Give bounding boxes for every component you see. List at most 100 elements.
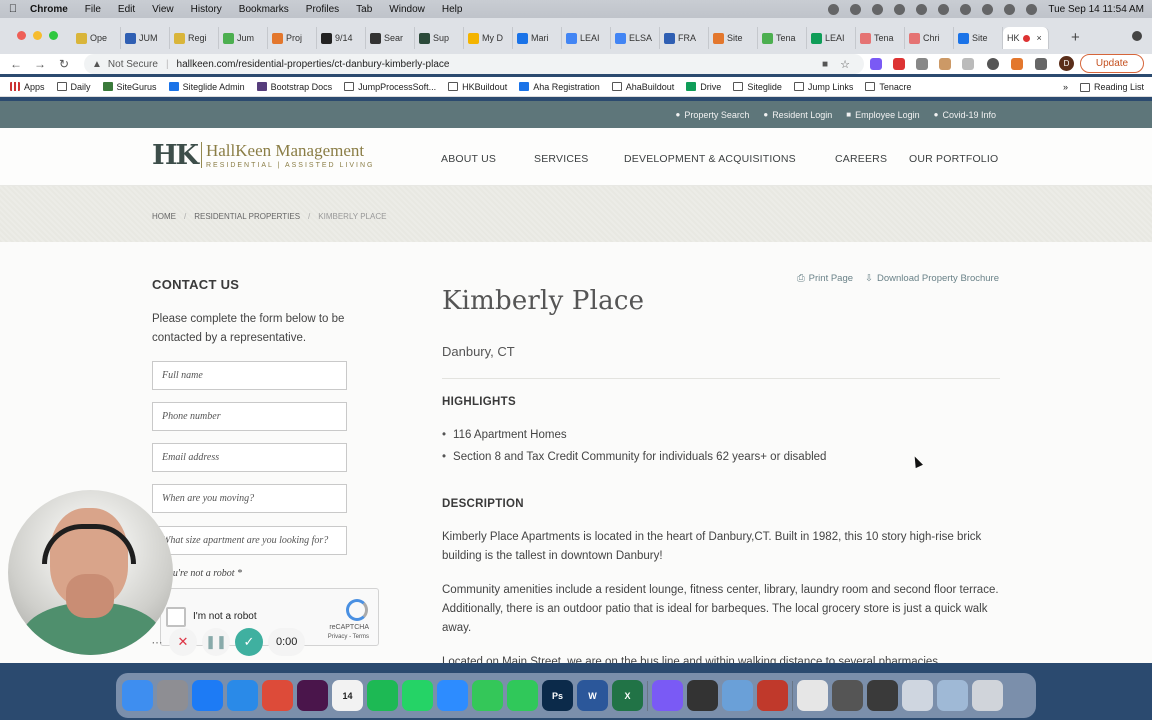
recaptcha-checkbox[interactable] xyxy=(166,607,186,627)
dock-launchpad-icon[interactable] xyxy=(157,680,188,711)
bookmark-item[interactable]: Siteglide xyxy=(733,82,782,92)
dock-photoshop-icon[interactable]: Ps xyxy=(542,680,573,711)
extension-icon-1[interactable] xyxy=(870,58,882,70)
menu-window[interactable]: Window xyxy=(389,4,425,15)
browser-tab[interactable]: LEAI xyxy=(807,27,856,49)
menu-app-name[interactable]: Chrome xyxy=(30,4,68,15)
bookmark-star-icon[interactable]: ☆ xyxy=(840,58,850,71)
puzzle-icon[interactable] xyxy=(1035,58,1047,70)
extension-icon-5[interactable] xyxy=(962,58,974,70)
battery-icon[interactable] xyxy=(828,3,840,15)
dock-sequel-pro-icon[interactable] xyxy=(687,680,718,711)
employee-login-link[interactable]: ■ Employee Login xyxy=(846,110,919,120)
nav-about-us[interactable]: ABOUT US xyxy=(441,153,496,165)
bluetooth-icon[interactable] xyxy=(938,3,950,15)
recorder-cancel-button[interactable]: ✕ xyxy=(169,628,197,656)
dock-app-store-a-icon[interactable] xyxy=(192,680,223,711)
zoom-window-icon[interactable] xyxy=(49,31,58,40)
url-text[interactable]: hallkeen.com/residential-properties/ct-d… xyxy=(177,59,450,70)
close-tab-icon[interactable]: × xyxy=(1037,33,1042,43)
browser-tab[interactable]: Mari xyxy=(513,27,562,49)
dock-whatsapp-icon[interactable] xyxy=(402,680,433,711)
active-tab[interactable]: HK × xyxy=(1003,27,1049,49)
dock-messages-icon[interactable] xyxy=(472,680,503,711)
dock-spotify-icon[interactable] xyxy=(367,680,398,711)
browser-tab[interactable]: ELSA xyxy=(611,27,660,49)
bookmarks-overflow-icon[interactable]: » xyxy=(1063,82,1068,92)
hallkeen-logo[interactable]: HK HallKeen Management RESIDENTIAL | ASS… xyxy=(152,142,374,170)
bookmark-item[interactable]: Aha Registration xyxy=(519,82,600,92)
dock-screen-recorder-icon[interactable] xyxy=(652,680,683,711)
browser-tab[interactable]: Tena xyxy=(758,27,807,49)
dock-excel-icon[interactable]: X xyxy=(612,680,643,711)
menu-help[interactable]: Help xyxy=(442,4,463,15)
menu-view[interactable]: View xyxy=(152,4,174,15)
browser-tab[interactable]: JUM xyxy=(121,27,170,49)
bookmark-item[interactable]: HKBuildout xyxy=(448,82,507,92)
nav-services[interactable]: SERVICES xyxy=(534,153,589,165)
menu-file[interactable]: File xyxy=(85,4,101,15)
cloud-icon[interactable] xyxy=(850,3,862,15)
dock-facetime-icon[interactable] xyxy=(507,680,538,711)
browser-tab[interactable]: Regi xyxy=(170,27,219,49)
back-button[interactable]: ← xyxy=(4,57,28,71)
webcam-bubble[interactable] xyxy=(8,490,173,655)
address-bar[interactable]: ▲ Not Secure | hallkeen.com/residential-… xyxy=(84,54,864,74)
recording-icon[interactable] xyxy=(894,3,906,15)
dock-window-stack-icon[interactable] xyxy=(832,680,863,711)
browser-tab[interactable]: LEAI xyxy=(562,27,611,49)
extension-icon-7[interactable] xyxy=(1011,58,1023,70)
breadcrumb-residential[interactable]: RESIDENTIAL PROPERTIES xyxy=(194,212,300,221)
new-tab-button[interactable]: + xyxy=(1071,29,1080,46)
recaptcha-links[interactable]: Privacy - Terms xyxy=(328,634,369,640)
menu-history[interactable]: History xyxy=(191,4,222,15)
property-search-link[interactable]: ● Property Search xyxy=(675,110,749,120)
browser-tab[interactable]: Site xyxy=(709,27,758,49)
clock[interactable]: Tue Sep 14 11:54 AM xyxy=(1048,4,1144,15)
breadcrumb-home[interactable]: HOME xyxy=(152,212,176,221)
print-page-link[interactable]: ⎙ Print Page xyxy=(797,273,853,284)
dock-preview-icon[interactable] xyxy=(722,680,753,711)
dock-loom-icon[interactable] xyxy=(757,680,788,711)
dock-screenshot-stack-icon[interactable] xyxy=(867,680,898,711)
phone-field[interactable]: Phone number xyxy=(152,402,347,431)
dock-slack-icon[interactable] xyxy=(297,680,328,711)
browser-tab[interactable]: My D xyxy=(464,27,513,49)
full-name-field[interactable]: Full name xyxy=(152,361,347,390)
bookmark-item[interactable]: Daily xyxy=(56,82,91,92)
bookmark-item[interactable]: Tenacre xyxy=(865,82,911,92)
play-icon[interactable] xyxy=(916,3,928,15)
nav-our-portfolio[interactable]: OUR PORTFOLIO xyxy=(909,153,998,165)
browser-tab[interactable]: Jum xyxy=(219,27,268,49)
update-button[interactable]: Update xyxy=(1080,54,1144,73)
bookmark-item[interactable]: SiteGurus xyxy=(102,82,157,92)
extension-icon-3[interactable] xyxy=(916,58,928,70)
wifi-icon[interactable] xyxy=(982,3,994,15)
dock-folder-stack-icon[interactable] xyxy=(902,680,933,711)
security-label[interactable]: Not Secure xyxy=(108,59,158,70)
bookmark-item[interactable]: Jump Links xyxy=(793,82,853,92)
browser-tab[interactable]: 9/14 xyxy=(317,27,366,49)
nav-careers[interactable]: CAREERS xyxy=(835,153,887,165)
control-center-icon[interactable] xyxy=(1026,3,1038,15)
dock-trash-icon[interactable] xyxy=(972,680,1003,711)
search-icon[interactable] xyxy=(1004,3,1016,15)
battery-level-icon[interactable] xyxy=(960,3,972,15)
covid-info-link[interactable]: ● Covid-19 Info xyxy=(934,110,996,120)
dock-word-icon[interactable]: W xyxy=(577,680,608,711)
minimize-window-icon[interactable] xyxy=(33,31,42,40)
browser-tab[interactable]: Tena xyxy=(856,27,905,49)
close-window-icon[interactable] xyxy=(17,31,26,40)
camera-icon[interactable]: ■ xyxy=(822,59,828,70)
resident-login-link[interactable]: ● Resident Login xyxy=(763,110,832,120)
browser-tab[interactable]: Site xyxy=(954,27,1003,49)
apartment-size-field[interactable]: What size apartment are you looking for? xyxy=(152,526,347,555)
menu-edit[interactable]: Edit xyxy=(118,4,135,15)
move-date-field[interactable]: When are you moving? xyxy=(152,484,347,513)
tab-search-icon[interactable] xyxy=(1132,31,1142,41)
recorder-pause-button[interactable]: ❚❚ xyxy=(202,628,230,656)
mixer-icon[interactable] xyxy=(872,3,884,15)
dock-finder-icon[interactable] xyxy=(122,680,153,711)
recorder-finish-button[interactable]: ✓ xyxy=(235,628,263,656)
menu-tab[interactable]: Tab xyxy=(356,4,372,15)
